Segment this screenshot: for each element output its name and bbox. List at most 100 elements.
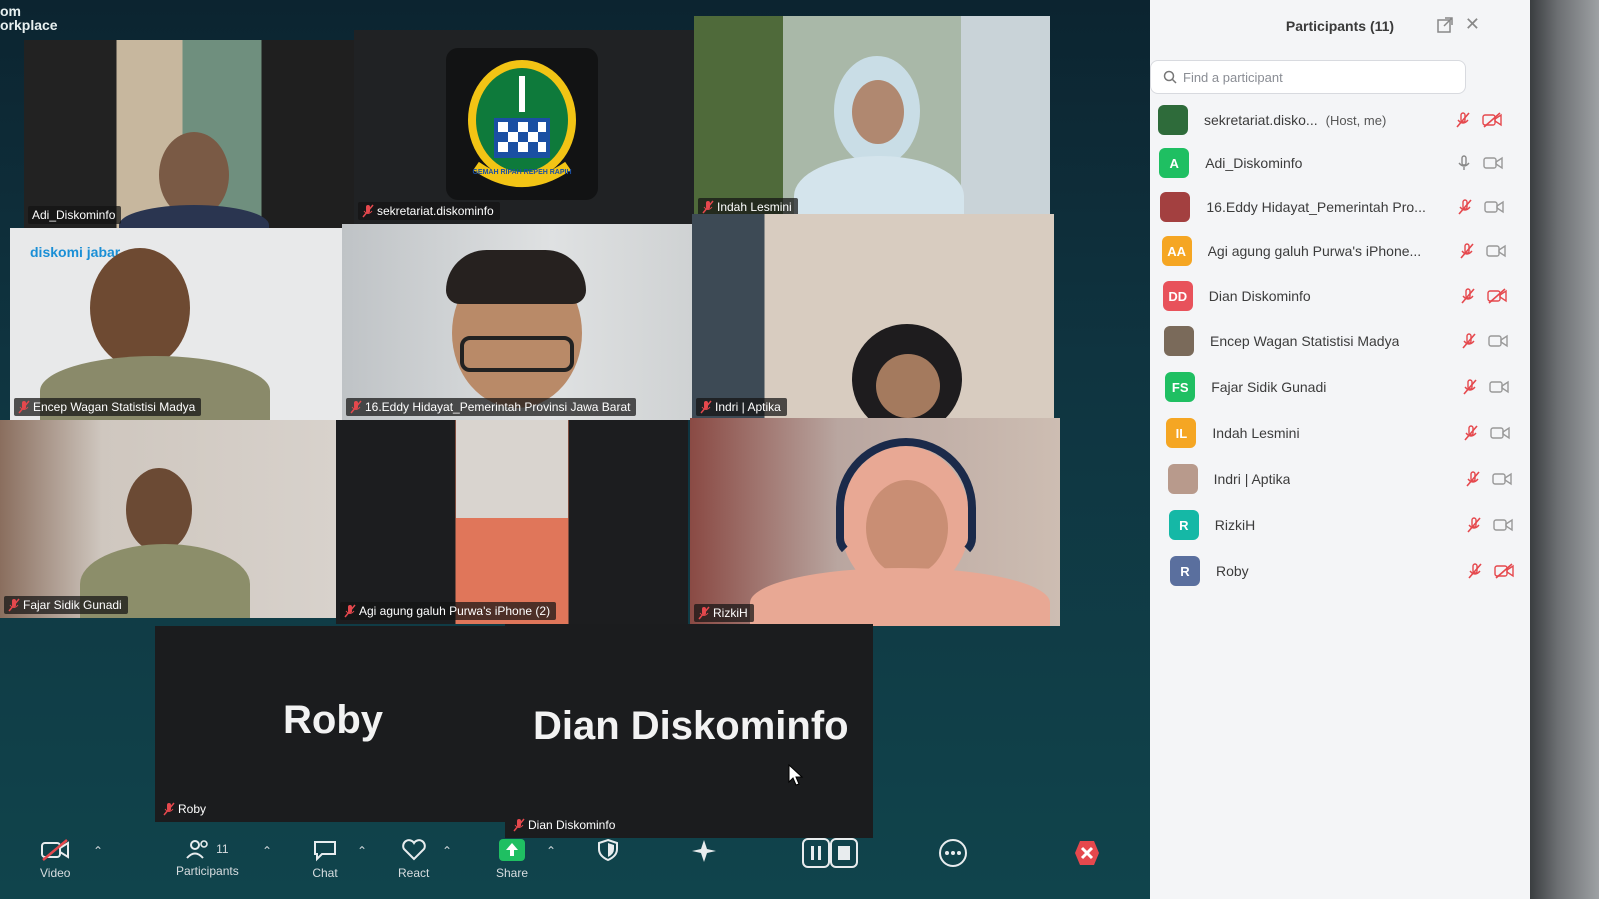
- tile-label: 16.Eddy Hidayat_Pemerintah Provinsi Jawa…: [346, 398, 637, 416]
- participant-name: 16.Eddy Hidayat_Pemerintah Pro...: [1206, 199, 1426, 215]
- participants-button-label: Participants: [176, 864, 239, 878]
- video-feed: [690, 418, 1060, 626]
- mic-muted-icon[interactable]: [1462, 333, 1476, 349]
- mic-muted-icon: [698, 606, 710, 620]
- video-on-icon[interactable]: [1491, 471, 1512, 487]
- video-feed: diskomi jabar: [10, 228, 346, 420]
- participant-search-box[interactable]: [1150, 60, 1466, 94]
- video-off-tile-roby[interactable]: Roby Roby: [155, 626, 515, 822]
- participant-status-icons: [1462, 333, 1508, 349]
- react-button[interactable]: React: [398, 838, 429, 880]
- mic-muted-icon: [344, 604, 356, 618]
- security-button[interactable]: [596, 838, 620, 862]
- video-feed: [694, 16, 1050, 220]
- participant-name: Encep Wagan Statistisi Madya: [1210, 333, 1400, 349]
- video-off-icon[interactable]: [1487, 288, 1507, 304]
- react-options-caret-icon[interactable]: ⌃: [442, 844, 452, 858]
- video-on-icon[interactable]: [1490, 425, 1511, 441]
- video-tile-indah[interactable]: Indah Lesmini: [694, 16, 1050, 220]
- tile-label: Fajar Sidik Gunadi: [4, 596, 128, 614]
- glasses: [460, 336, 574, 372]
- mic-icon[interactable]: [1457, 155, 1471, 171]
- react-button-label: React: [398, 866, 430, 880]
- mic-muted-icon[interactable]: [1465, 471, 1480, 487]
- participant-row[interactable]: DD Dian Diskominfo: [1162, 279, 1513, 313]
- participant-name: Roby: [1216, 563, 1249, 579]
- video-feed: [0, 420, 340, 618]
- video-tile-sekretariat[interactable]: GEMAH RIPAH REPEH RAPIH sekretariat.disk…: [354, 30, 694, 224]
- video-tile-encep[interactable]: diskomi jabar Encep Wagan Statistisi Mad…: [10, 228, 346, 420]
- display-name: Roby: [283, 698, 383, 742]
- participant-name: Agi agung galuh Purwa's iPhone...: [1207, 243, 1422, 259]
- mic-muted-icon[interactable]: [1461, 288, 1475, 304]
- participant-role: (Host, me): [1325, 112, 1387, 128]
- mic-muted-icon[interactable]: [1458, 199, 1472, 215]
- avatar: R: [1170, 556, 1200, 586]
- participant-row[interactable]: Indri | Aptika: [1167, 462, 1518, 496]
- mic-muted-icon[interactable]: [1468, 563, 1482, 579]
- participants-button[interactable]: 11 Participants: [176, 838, 239, 878]
- video-off-icon[interactable]: [1494, 563, 1514, 579]
- participant-row[interactable]: R RizkiH: [1168, 508, 1519, 542]
- mouse-cursor-icon: [788, 764, 804, 786]
- tile-label: sekretariat.diskominfo: [358, 202, 500, 220]
- search-input[interactable]: [1183, 69, 1443, 85]
- avatar: [1167, 464, 1198, 494]
- video-on-icon[interactable]: [1493, 517, 1513, 533]
- mic-muted-icon[interactable]: [1463, 379, 1477, 395]
- tile-label: Adi_Diskominfo: [28, 206, 122, 224]
- share-screen-icon: [499, 839, 526, 861]
- video-tile-fajar[interactable]: Fajar Sidik Gunadi: [0, 420, 340, 618]
- share-options-caret-icon[interactable]: ⌃: [546, 844, 556, 858]
- chat-button[interactable]: Chat: [312, 838, 338, 880]
- share-button[interactable]: Share: [496, 838, 528, 880]
- mic-muted-icon[interactable]: [1456, 112, 1470, 128]
- video-options-caret-icon[interactable]: ⌃: [93, 844, 103, 858]
- video-tile-rizkih[interactable]: RizkiH: [690, 418, 1060, 626]
- video-tile-eddy[interactable]: 16.Eddy Hidayat_Pemerintah Provinsi Jawa…: [342, 224, 692, 420]
- video-off-tile-dian[interactable]: Dian Diskominfo Dian Diskominfo: [505, 624, 873, 838]
- chat-icon: [314, 841, 336, 862]
- popout-icon[interactable]: [1436, 16, 1454, 34]
- mic-muted-icon[interactable]: [1459, 243, 1474, 259]
- participant-name: sekretariat.disko...: [1204, 112, 1318, 128]
- provincial-logo: GEMAH RIPAH REPEH RAPIH: [446, 48, 598, 200]
- tile-name: sekretariat.diskominfo: [377, 204, 494, 218]
- participant-row[interactable]: Encep Wagan Statistisi Madya: [1164, 324, 1514, 358]
- video-on-icon[interactable]: [1483, 155, 1503, 171]
- end-meeting-button[interactable]: [1072, 838, 1102, 868]
- participant-status-icons: [1456, 112, 1502, 128]
- participant-row[interactable]: 16.Eddy Hidayat_Pemerintah Pro...: [1160, 190, 1510, 224]
- participant-row[interactable]: AA Agi agung galuh Purwa's iPhone...: [1161, 234, 1512, 268]
- participant-row[interactable]: A Adi_Diskominfo: [1159, 146, 1509, 180]
- chat-options-caret-icon[interactable]: ⌃: [357, 844, 367, 858]
- video-on-icon[interactable]: [1489, 379, 1509, 395]
- video-off-icon[interactable]: [1482, 112, 1502, 128]
- video-button[interactable]: Video: [40, 838, 70, 880]
- mic-muted-icon: [362, 204, 374, 218]
- video-on-icon[interactable]: [1485, 243, 1506, 259]
- mic-muted-icon[interactable]: [1464, 425, 1478, 441]
- video-tile-indri[interactable]: Indri | Aptika: [692, 214, 1054, 420]
- participant-row[interactable]: FS Fajar Sidik Gunadi: [1165, 370, 1515, 404]
- mic-muted-icon: [350, 400, 362, 414]
- pause-stop-recording-icon: [802, 838, 858, 868]
- avatar: IL: [1166, 418, 1197, 448]
- more-button[interactable]: [938, 838, 968, 868]
- video-on-icon[interactable]: [1488, 333, 1508, 349]
- video-on-icon[interactable]: [1484, 199, 1505, 215]
- participant-status-icons: [1467, 517, 1513, 533]
- participant-row[interactable]: IL Indah Lesmini: [1166, 416, 1516, 450]
- mic-muted-icon[interactable]: [1467, 517, 1481, 533]
- participant-row[interactable]: sekretariat.disko... (Host, me): [1158, 103, 1508, 137]
- more-dots-icon: [939, 839, 967, 867]
- participant-status-icons: [1457, 155, 1503, 171]
- video-tile-adi[interactable]: Adi_Diskominfo: [24, 40, 354, 228]
- close-icon[interactable]: ✕: [1465, 14, 1480, 35]
- tile-name: RizkiH: [713, 606, 748, 620]
- participants-options-caret-icon[interactable]: ⌃: [262, 844, 272, 858]
- video-tile-agi[interactable]: Agi agung galuh Purwa's iPhone (2): [336, 420, 688, 624]
- recording-controls[interactable]: [802, 838, 858, 868]
- participant-row[interactable]: R Roby: [1170, 554, 1520, 588]
- ai-companion-button[interactable]: [690, 838, 718, 864]
